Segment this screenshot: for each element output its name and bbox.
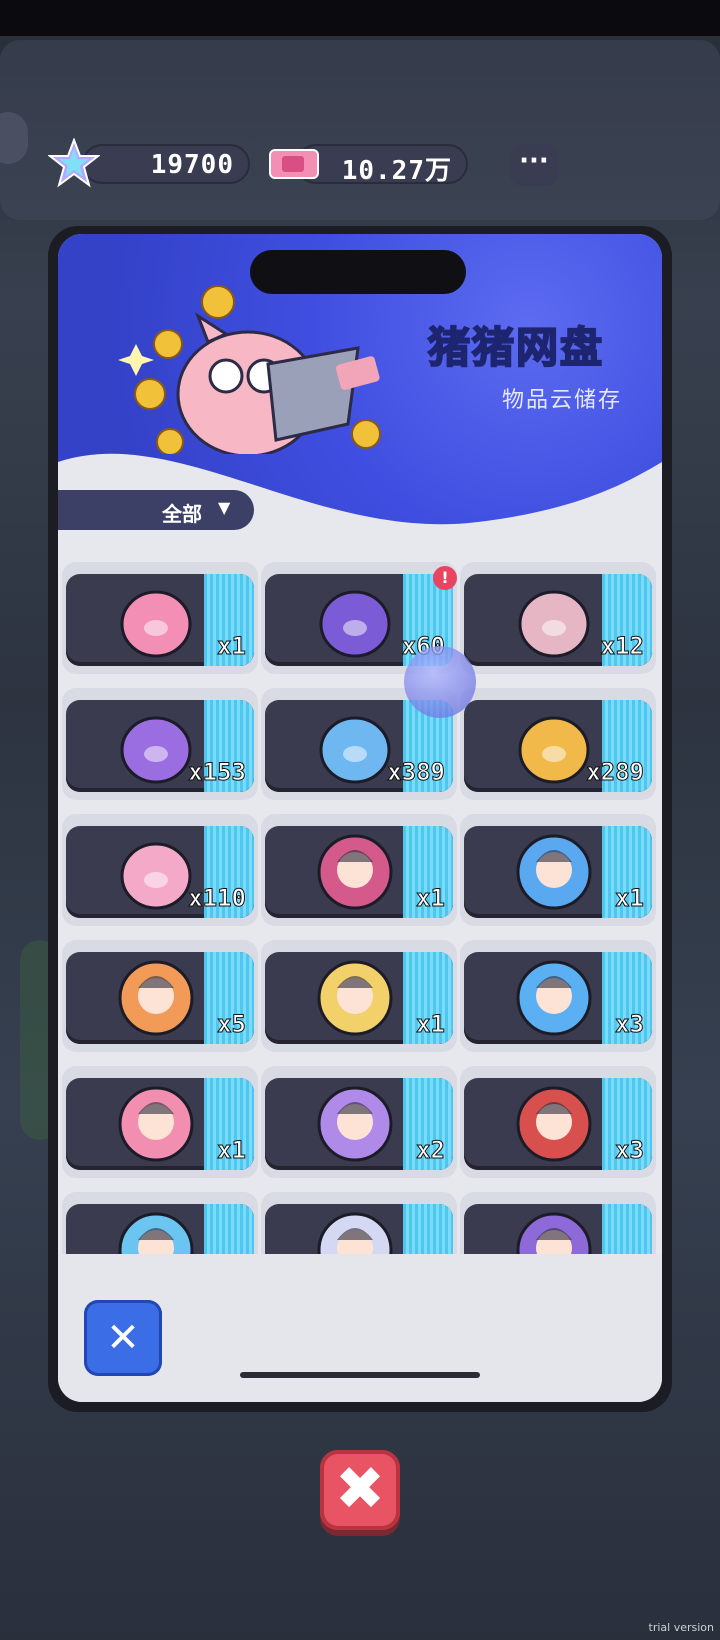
item-slot[interactable]: x3 bbox=[460, 1066, 656, 1178]
item-slot[interactable]: x153 bbox=[62, 688, 258, 800]
avatar-cyan-icon bbox=[118, 1212, 194, 1254]
ticket-item-icon bbox=[120, 590, 192, 658]
item-card: x3 bbox=[464, 952, 652, 1044]
item-quantity: x3 bbox=[615, 1010, 645, 1039]
item-card: x3 bbox=[464, 1078, 652, 1170]
item-slot[interactable]: x5 bbox=[62, 940, 258, 1052]
item-slot[interactable]: x3 bbox=[460, 940, 656, 1052]
avatar-pink-buns-icon bbox=[317, 1086, 393, 1162]
item-quantity: x5 bbox=[217, 1010, 247, 1039]
close-button[interactable]: ✖ bbox=[320, 1450, 400, 1530]
ticket-currency-pill: 10.27万 bbox=[296, 144, 468, 186]
item-slot[interactable]: x1 bbox=[261, 940, 457, 1052]
item-quantity: x2 bbox=[416, 1136, 446, 1165]
item-card: x1 bbox=[464, 826, 652, 918]
item-stripe bbox=[602, 1204, 652, 1254]
avatar-black-hair-icon bbox=[317, 834, 393, 910]
item-quantity: x12 bbox=[600, 632, 644, 661]
item-card bbox=[265, 1204, 453, 1254]
item-stripe bbox=[403, 1204, 453, 1254]
floating-bubble-icon[interactable] bbox=[404, 646, 476, 718]
star-icon bbox=[48, 138, 100, 188]
watermark: trial version bbox=[648, 1621, 714, 1634]
ticket-count: 10.27万 bbox=[341, 156, 452, 186]
item-slot[interactable]: x1 bbox=[62, 562, 258, 674]
item-slot[interactable] bbox=[62, 1192, 258, 1254]
item-grid: x1 x60! x12 x153 x389 x289 x110 x1 x1 x5 x1 x3 x1 x2 x… bbox=[58, 554, 662, 1254]
item-slot[interactable] bbox=[460, 1192, 656, 1254]
item-card: x1 bbox=[66, 574, 254, 666]
home-indicator bbox=[240, 1372, 480, 1378]
item-quantity: x1 bbox=[416, 884, 446, 913]
avatar-blonde-icon bbox=[317, 960, 393, 1036]
chevron-down-icon: ▼ bbox=[218, 498, 231, 517]
alert-badge-icon: ! bbox=[433, 566, 457, 590]
more-options-button[interactable]: ··· bbox=[510, 144, 558, 186]
avatar-dark-purple-icon bbox=[516, 1212, 592, 1254]
item-quantity: x1 bbox=[615, 884, 645, 913]
item-card: x153 bbox=[66, 700, 254, 792]
star-count: 19700 bbox=[150, 150, 234, 180]
ticket-icon bbox=[269, 149, 319, 179]
avatar-white-icon bbox=[317, 1212, 393, 1254]
filter-label: 全部 bbox=[162, 502, 202, 526]
item-slot[interactable]: x1 bbox=[460, 814, 656, 926]
bottom-bar: ✕ bbox=[58, 1254, 662, 1402]
item-quantity: x289 bbox=[586, 758, 645, 787]
drink-cup-icon bbox=[518, 590, 590, 658]
item-card: x5 bbox=[66, 952, 254, 1044]
status-bar bbox=[0, 0, 720, 36]
item-slot[interactable]: x12 bbox=[460, 562, 656, 674]
item-card bbox=[464, 1204, 652, 1254]
item-card: x12 bbox=[464, 574, 652, 666]
item-slot[interactable]: x1 bbox=[62, 1066, 258, 1178]
phone-screen: 猪猪网盘 物品云储存 全部 ▼ x1 x60! x12 x153 x389 x289 x11… bbox=[58, 234, 662, 1402]
avatar-pink-orange-icon bbox=[118, 960, 194, 1036]
close-panel-button[interactable]: ✕ bbox=[84, 1300, 162, 1376]
item-slot[interactable]: x2 bbox=[261, 1066, 457, 1178]
item-quantity: x389 bbox=[387, 758, 446, 787]
item-card: x110 bbox=[66, 826, 254, 918]
item-card: x1 bbox=[265, 826, 453, 918]
item-card: x2 bbox=[265, 1078, 453, 1170]
avatar-pink-twin-icon bbox=[118, 1086, 194, 1162]
item-quantity: x153 bbox=[188, 758, 247, 787]
category-filter-dropdown[interactable]: 全部 ▼ bbox=[58, 490, 254, 530]
item-quantity: x1 bbox=[416, 1010, 446, 1039]
item-card: x289 bbox=[464, 700, 652, 792]
item-slot[interactable] bbox=[261, 1192, 457, 1254]
phone-notch bbox=[250, 250, 466, 294]
item-slot[interactable]: x110 bbox=[62, 814, 258, 926]
item-stripe bbox=[204, 1204, 254, 1254]
item-card bbox=[66, 1204, 254, 1254]
item-slot[interactable]: x289 bbox=[460, 688, 656, 800]
item-quantity: x3 bbox=[615, 1136, 645, 1165]
avatar-red-hair-icon bbox=[516, 1086, 592, 1162]
avatar-blue-bow-icon bbox=[516, 960, 592, 1036]
item-card: x1 bbox=[66, 1078, 254, 1170]
banner-subtitle: 物品云储存 bbox=[502, 388, 623, 413]
background-scene bbox=[0, 40, 720, 220]
item-quantity: x1 bbox=[217, 632, 247, 661]
star-currency-pill: 19700 bbox=[82, 144, 250, 184]
item-quantity: x1 bbox=[217, 1136, 247, 1165]
item-slot[interactable]: x1 bbox=[261, 814, 457, 926]
item-quantity: x110 bbox=[188, 884, 247, 913]
item-card: x1 bbox=[265, 952, 453, 1044]
purple-beans-icon bbox=[319, 590, 391, 658]
side-chat-handle[interactable] bbox=[0, 112, 28, 164]
avatar-blue-hair-icon bbox=[516, 834, 592, 910]
banner-title: 猪猪网盘 bbox=[427, 322, 605, 373]
